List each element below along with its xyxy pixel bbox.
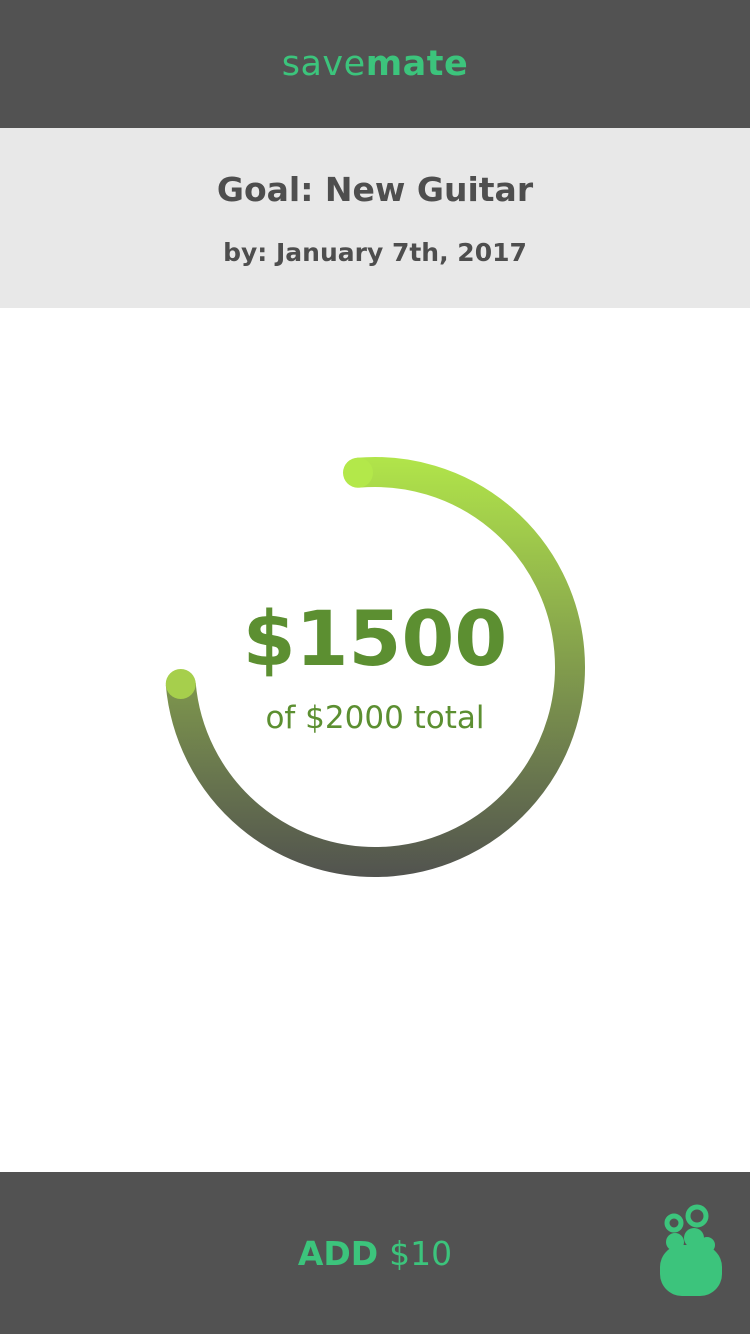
saved-amount: $1500	[242, 594, 508, 683]
bottom-bar: ADD $10	[0, 1172, 750, 1334]
logo-light: save	[281, 44, 366, 84]
goal-deadline: by: January 7th, 2017	[223, 238, 527, 267]
add-amount: $10	[389, 1233, 453, 1273]
progress-area: $1500 of $2000 total	[0, 308, 750, 1172]
goal-total: of $2000 total	[265, 700, 485, 736]
logo-bold: mate	[365, 44, 469, 84]
app-screen: savemate Goal: New Guitar by: January 7t…	[0, 0, 750, 1334]
add-money-button[interactable]: ADD $10	[250, 1224, 500, 1282]
bubble-mascot-icon[interactable]	[652, 1200, 732, 1300]
add-label: ADD	[297, 1233, 379, 1273]
goal-panel: Goal: New Guitar by: January 7th, 2017	[0, 128, 750, 308]
app-logo: savemate	[282, 44, 469, 84]
goal-title: Goal: New Guitar	[216, 170, 534, 209]
progress-ring-start-cap	[343, 457, 374, 488]
top-bar: savemate	[0, 0, 750, 128]
progress-ring	[165, 457, 585, 877]
